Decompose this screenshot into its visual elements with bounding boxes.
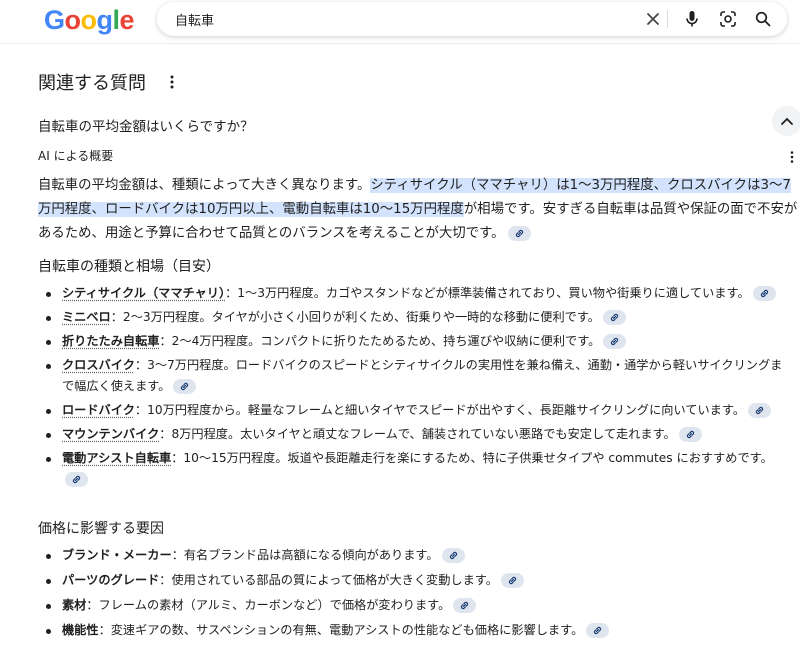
term-link[interactable]: 電動アシスト自転車 — [62, 451, 171, 465]
link-icon[interactable] — [586, 623, 610, 638]
search-divider — [667, 10, 668, 28]
summary-text: 自転車の平均金額は、種類によって大きく異なります。 — [38, 178, 371, 193]
search-bar — [157, 2, 787, 36]
mic-icon[interactable] — [682, 9, 702, 29]
list-item: 折りたたみ自転車：2〜4万円程度。コンパクトに折りたためるため、持ち運びや収納に… — [38, 331, 788, 352]
factor-term: パーツのグレード — [62, 573, 160, 587]
question-text[interactable]: 自転車の平均金額はいくらですか？ — [38, 115, 254, 135]
google-logo[interactable]: Google — [44, 4, 135, 36]
item-text: ：変速ギアの数、サスペンションの有無、電動アシストの性能なども価格に影響します。 — [98, 623, 584, 637]
factor-term: 機能性 — [62, 623, 99, 637]
list-item: 機能性：変速ギアの数、サスペンションの有無、電動アシストの性能なども価格に影響し… — [38, 620, 788, 641]
ai-overview-label: AI による概要 — [38, 149, 114, 163]
item-text: ：フレームの素材（アルミ、カーボンなど）で価格が変わります。 — [86, 598, 451, 612]
item-text: ：10〜15万円程度。坂道や長距離走行を楽にするため、特に子供乗せタイプや co… — [171, 451, 773, 465]
header: Google — [0, 0, 800, 44]
search-input[interactable] — [175, 8, 615, 30]
term-link[interactable]: ミニベロ — [62, 310, 111, 324]
factor-term: ブランド・メーカー — [62, 548, 172, 562]
link-icon[interactable] — [678, 427, 702, 442]
chevron-up-icon — [781, 117, 793, 125]
list-item: ロードバイク：10万円程度から。軽量なフレームと細いタイヤでスピードが出やすく、… — [38, 400, 788, 421]
link-icon[interactable] — [65, 472, 88, 487]
search-icon[interactable] — [753, 9, 773, 29]
item-text: ：使用されている部品の質によって価格が大きく変動します。 — [159, 573, 498, 587]
link-icon[interactable] — [748, 403, 772, 418]
item-text: ：3〜7万円程度。ロードバイクのスピードとシティサイクルの実用性を兼ね備え、通勤… — [62, 358, 783, 393]
list-item: ミニベロ：2〜3万円程度。タイヤが小さく小回りが利くため、街乗りや一時的な移動に… — [38, 307, 788, 328]
term-link[interactable]: クロスバイク — [62, 358, 135, 372]
link-icon[interactable] — [752, 286, 776, 301]
list-item: パーツのグレード：使用されている部品の質によって価格が大きく変動します。 — [38, 570, 788, 591]
list-item: クロスバイク：3〜7万円程度。ロードバイクのスピードとシティサイクルの実用性を兼… — [38, 355, 788, 397]
logo-letter: o — [64, 5, 82, 35]
item-text: ：有名ブランド品は高額になる傾向があります。 — [171, 548, 439, 562]
item-text: ：2〜3万円程度。タイヤが小さく小回りが利くため、街乗りや一時的な移動に便利です… — [110, 310, 600, 324]
list-item: 素材：フレームの素材（アルミ、カーボンなど）で価格が変わります。 — [38, 595, 788, 616]
term-link[interactable]: 折りたたみ自転車 — [62, 334, 160, 348]
link-icon[interactable] — [603, 334, 627, 349]
list-item: ブランド・メーカー：有名ブランド品は高額になる傾向があります。 — [38, 545, 788, 566]
link-icon[interactable] — [602, 310, 626, 325]
types-list: シティサイクル（ママチャリ）：1〜3万円程度。カゴやスタンドなどが標準装備されて… — [38, 283, 788, 490]
item-text: ：2〜4万円程度。コンパクトに折りたためるため、持ち運びや収納に便利です。 — [159, 334, 601, 348]
link-icon[interactable] — [441, 548, 465, 563]
list-item: シティサイクル（ママチャリ）：1〜3万円程度。カゴやスタンドなどが標準装備されて… — [38, 283, 788, 304]
logo-letter: e — [119, 5, 135, 35]
item-text: ：10万円程度から。軽量なフレームと細いタイヤでスピードが出やすく、長距離サイク… — [134, 403, 746, 417]
link-icon[interactable] — [507, 225, 531, 241]
link-icon[interactable] — [453, 598, 477, 613]
related-questions-title: 関連する質問 — [38, 73, 146, 94]
factor-term: 素材 — [62, 598, 87, 612]
more-vert-icon[interactable] — [787, 149, 797, 163]
logo-letter: g — [96, 5, 114, 35]
link-icon[interactable] — [500, 573, 524, 588]
factors-heading: 価格に影響する要因 — [38, 521, 164, 537]
close-icon[interactable] — [643, 9, 663, 29]
ai-summary: 自転車の平均金額は、種類によって大きく異なります。シティサイクル（ママチャリ）は… — [38, 174, 798, 246]
term-link[interactable]: シティサイクル（ママチャリ） — [62, 286, 225, 300]
factors-list: ブランド・メーカー：有名ブランド品は高額になる傾向があります。 パーツのグレード… — [38, 545, 788, 641]
item-text: ：8万円程度。太いタイヤと頑丈なフレームで、舗装されていない悪路でも安定して走れ… — [159, 427, 676, 441]
logo-letter: o — [80, 5, 98, 35]
link-icon[interactable] — [173, 379, 197, 394]
list-item: 電動アシスト自転車：10〜15万円程度。坂道や長距離走行を楽にするため、特に子供… — [38, 448, 788, 490]
term-link[interactable]: ロードバイク — [62, 403, 135, 417]
more-vert-icon[interactable] — [166, 73, 178, 91]
list-item: マウンテンバイク：8万円程度。太いタイヤと頑丈なフレームで、舗装されていない悪路… — [38, 424, 788, 445]
item-text: ：1〜3万円程度。カゴやスタンドなどが標準装備されており、買い物や街乗りに適して… — [225, 286, 750, 300]
logo-letter: l — [112, 5, 121, 35]
lens-icon[interactable] — [718, 9, 738, 29]
types-heading: 自転車の種類と相場（目安） — [38, 259, 220, 275]
term-link[interactable]: マウンテンバイク — [62, 427, 159, 441]
collapse-button[interactable] — [772, 106, 800, 136]
logo-letter: G — [44, 5, 65, 35]
